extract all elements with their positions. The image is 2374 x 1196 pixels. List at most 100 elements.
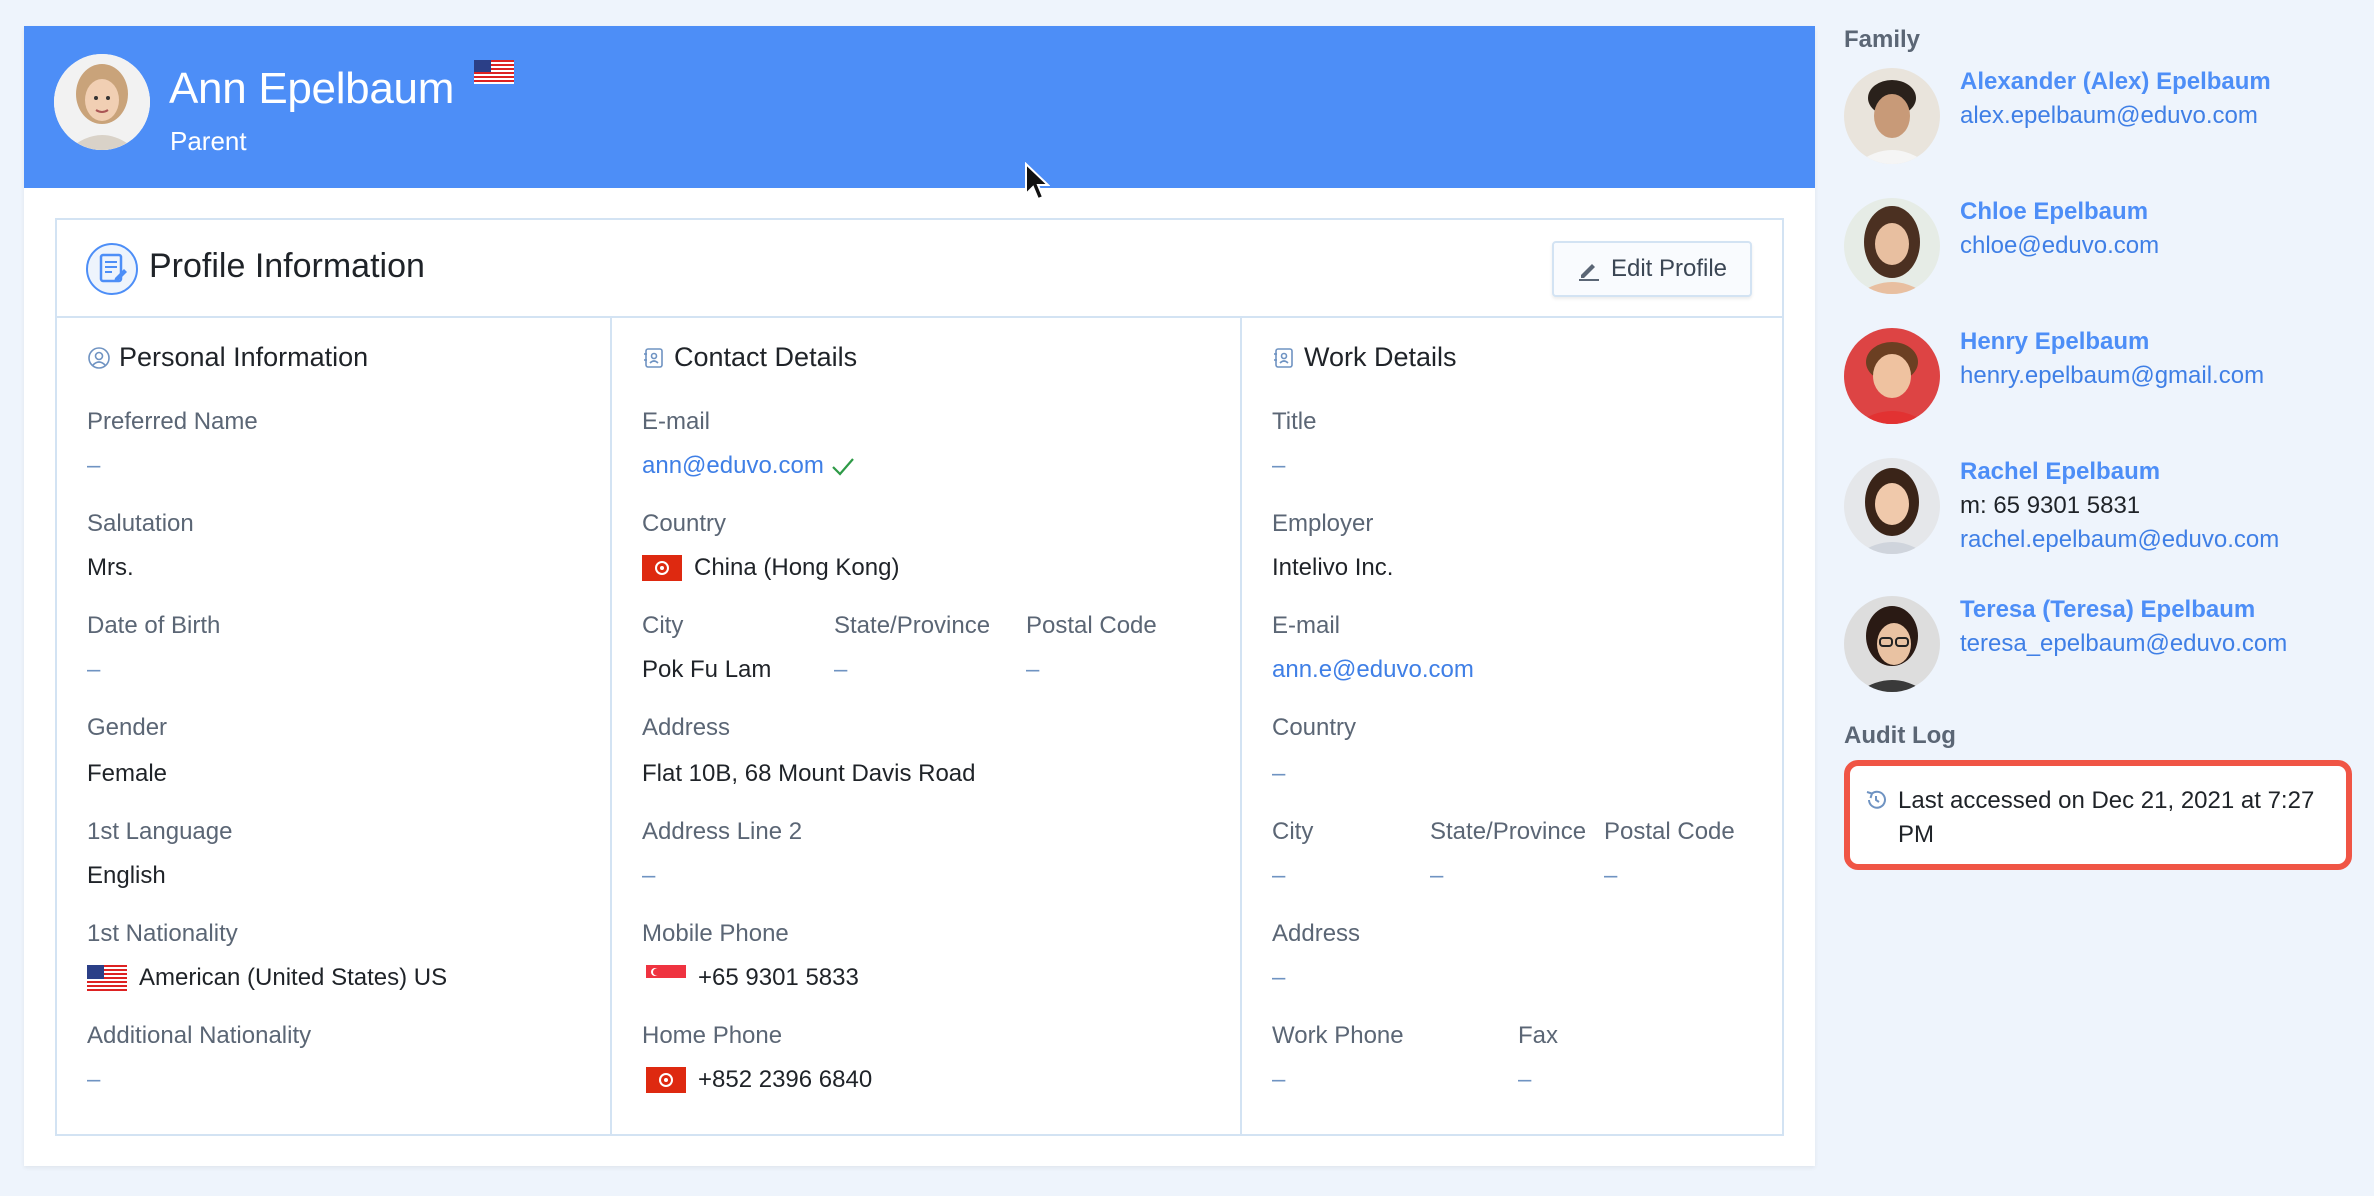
profile-role: Parent	[170, 126, 247, 156]
page-title: Ann Epelbaum	[169, 64, 455, 113]
family-heading: Family	[1844, 26, 1921, 53]
postal-value: –	[1026, 656, 1040, 683]
section-title: Contact Details	[642, 342, 857, 373]
profile-document-icon	[86, 243, 138, 295]
salutation-value: Mrs.	[87, 554, 134, 581]
hong-kong-flag-icon	[642, 555, 682, 581]
family-member-name[interactable]: Rachel Epelbaum	[1960, 458, 2160, 486]
singapore-flag-icon	[646, 965, 686, 991]
avatar[interactable]	[1844, 458, 1940, 554]
edit-profile-label: Edit Profile	[1610, 255, 1728, 282]
mouse-cursor-icon	[1025, 162, 1050, 201]
family-member-name[interactable]: Chloe Epelbaum	[1960, 198, 2148, 226]
country-label: Country	[642, 510, 727, 537]
work-email-link[interactable]: ann.e@eduvo.com	[1272, 656, 1474, 684]
additional-nationality-value: –	[87, 1066, 101, 1093]
work-postal-value: –	[1604, 862, 1618, 889]
email-link[interactable]: ann@eduvo.com	[642, 452, 824, 480]
family-member-phone: m: 65 9301 5831	[1960, 492, 2141, 519]
panel-header: Profile Information Edit Profile	[57, 220, 1782, 318]
verified-check-icon	[832, 458, 854, 476]
dob-label: Date of Birth	[87, 612, 221, 639]
contact-details-section: Contact Details E-mail ann@eduvo.com Cou…	[612, 318, 1242, 1134]
address-line-2-value: –	[642, 862, 656, 889]
family-member-email[interactable]: teresa_epelbaum@eduvo.com	[1960, 630, 2287, 658]
state-value: –	[834, 656, 848, 683]
us-flag-icon	[87, 965, 127, 991]
gender-label: Gender	[87, 714, 168, 741]
dob-value: –	[87, 656, 101, 683]
address-value: Flat 10B, 68 Mount Davis Road	[642, 760, 976, 787]
additional-nationality-label: Additional Nationality	[87, 1022, 312, 1049]
mobile-phone-value: +65 9301 5833	[646, 964, 859, 992]
language-label: 1st Language	[87, 818, 233, 845]
work-phone-value: –	[1272, 1066, 1286, 1093]
family-member-email[interactable]: rachel.epelbaum@eduvo.com	[1960, 526, 2279, 554]
home-phone-value: +852 2396 6840	[646, 1066, 872, 1094]
employer-label: Employer	[1272, 510, 1374, 537]
family-member-name[interactable]: Alexander (Alex) Epelbaum	[1960, 68, 2271, 96]
work-address-label: Address	[1272, 920, 1361, 947]
fax-value: –	[1518, 1066, 1532, 1093]
postal-label: Postal Code	[1026, 612, 1157, 639]
section-title: Personal Information	[87, 342, 368, 373]
contact-card-icon	[644, 347, 663, 368]
country-value: China (Hong Kong)	[642, 554, 899, 582]
avatar[interactable]	[1844, 328, 1940, 424]
work-address-value: –	[1272, 964, 1286, 991]
language-value: English	[87, 862, 166, 889]
personal-information-section: Personal Information Preferred Name – Sa…	[57, 318, 612, 1134]
preferred-name-value: –	[87, 452, 101, 479]
work-postal-label: Postal Code	[1604, 818, 1735, 845]
home-phone-label: Home Phone	[642, 1022, 783, 1049]
state-label: State/Province	[834, 612, 991, 639]
family-member-name[interactable]: Henry Epelbaum	[1960, 328, 2149, 356]
family-member-email[interactable]: alex.epelbaum@eduvo.com	[1960, 102, 2258, 130]
profile-information-panel: Profile Information Edit Profile Persona…	[55, 218, 1784, 1136]
email-value: ann@eduvo.com	[642, 452, 856, 480]
email-label: E-mail	[642, 408, 711, 435]
work-state-label: State/Province	[1430, 818, 1587, 845]
edit-profile-button[interactable]: Edit Profile	[1552, 241, 1752, 297]
city-label: City	[642, 612, 684, 639]
work-country-value: –	[1272, 760, 1286, 787]
profile-header: Ann Epelbaum Parent	[24, 26, 1815, 201]
contact-card-icon	[1274, 347, 1293, 368]
profile-card: Ann Epelbaum Parent Profile Information …	[24, 26, 1815, 1166]
preferred-name-label: Preferred Name	[87, 408, 258, 435]
work-city-label: City	[1272, 818, 1314, 845]
work-email-label: E-mail	[1272, 612, 1341, 639]
family-member-email[interactable]: chloe@eduvo.com	[1960, 232, 2159, 260]
nationality-value: American (United States) US	[87, 964, 447, 992]
pencil-icon	[1578, 264, 1599, 281]
salutation-label: Salutation	[87, 510, 194, 537]
us-flag-icon	[474, 60, 514, 84]
work-phone-label: Work Phone	[1272, 1022, 1404, 1049]
family-member-email[interactable]: henry.epelbaum@gmail.com	[1960, 362, 2264, 390]
work-details-section: Work Details Title – Employer Intelivo I…	[1242, 318, 1784, 1134]
hong-kong-flag-icon	[646, 1067, 686, 1093]
mobile-phone-label: Mobile Phone	[642, 920, 789, 947]
family-member-name[interactable]: Teresa (Teresa) Epelbaum	[1960, 596, 2255, 624]
avatar[interactable]	[1844, 198, 1940, 294]
history-icon	[1866, 790, 1886, 809]
avatar[interactable]	[1844, 68, 1940, 164]
panel-title: Profile Information	[149, 247, 425, 285]
avatar[interactable]	[54, 54, 150, 150]
user-circle-icon	[88, 346, 110, 369]
audit-log-entry: Last accessed on Dec 21, 2021 at 7:27 PM	[1844, 760, 2352, 870]
audit-log-text: Last accessed on Dec 21, 2021 at 7:27 PM	[1898, 787, 2315, 848]
work-title-value: –	[1272, 452, 1286, 479]
work-country-label: Country	[1272, 714, 1357, 741]
address-line-2-label: Address Line 2	[642, 818, 803, 845]
work-city-value: –	[1272, 862, 1286, 889]
fax-label: Fax	[1518, 1022, 1559, 1049]
avatar[interactable]	[1844, 596, 1940, 692]
city-value: Pok Fu Lam	[642, 656, 772, 683]
section-title: Work Details	[1272, 342, 1457, 373]
work-state-value: –	[1430, 862, 1444, 889]
employer-value: Intelivo Inc.	[1272, 554, 1394, 581]
work-title-label: Title	[1272, 408, 1317, 435]
audit-log-heading: Audit Log	[1844, 722, 1956, 749]
nationality-label: 1st Nationality	[87, 920, 238, 947]
